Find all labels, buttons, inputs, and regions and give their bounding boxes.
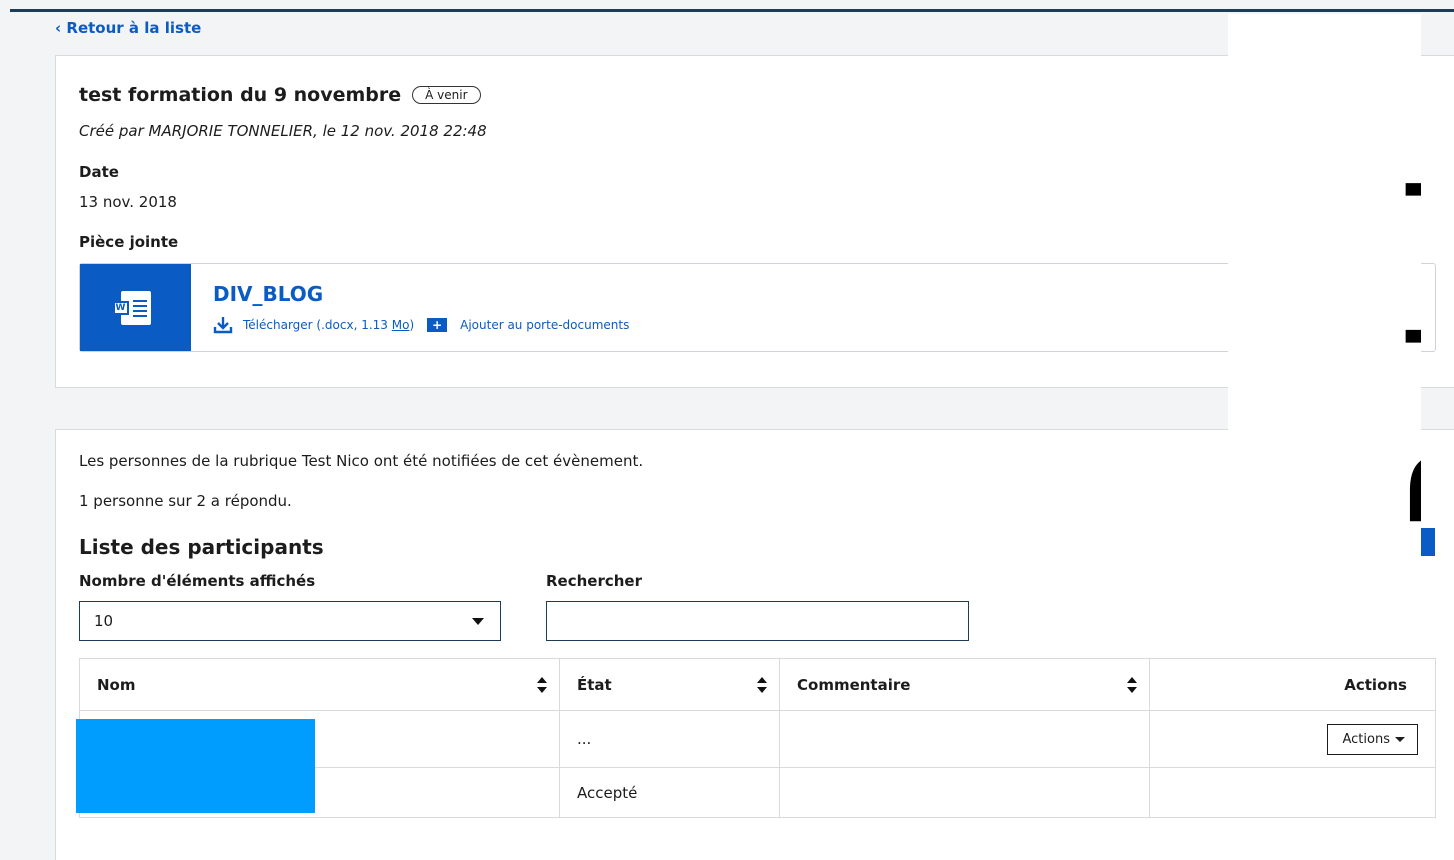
table-header-row: Nom État Commentaire Actions: [79, 658, 1436, 711]
cell-commentaire: [779, 710, 1150, 768]
add-to-briefcase-icon[interactable]: +: [427, 318, 448, 332]
cell-actions: Actions: [1149, 710, 1436, 768]
reply-count-text: 1 personne sur 2 a répondu.: [79, 492, 292, 510]
status-badge: À venir: [412, 86, 481, 104]
attachment-name-link[interactable]: DIV_BLOG: [213, 282, 323, 306]
cell-etat: ...: [559, 710, 780, 768]
add-to-briefcase-link[interactable]: Ajouter au porte-documents: [460, 318, 629, 332]
cell-etat: Accepté: [559, 767, 780, 818]
column-header-commentaire[interactable]: Commentaire: [779, 658, 1150, 711]
caret-down-icon: [1395, 736, 1405, 742]
notification-text: Les personnes de la rubrique Test Nico o…: [79, 452, 644, 470]
participants-list-title: Liste des participants: [79, 535, 324, 559]
page-size-label: Nombre d'éléments affichés: [79, 572, 316, 590]
date-label: Date: [79, 163, 119, 181]
sort-icon[interactable]: [757, 677, 767, 693]
sort-icon[interactable]: [537, 677, 547, 693]
top-bar: [10, 9, 1454, 12]
search-input[interactable]: [546, 601, 969, 641]
cell-commentaire: [779, 767, 1150, 818]
search-label: Rechercher: [546, 572, 643, 590]
download-icon[interactable]: [213, 316, 233, 334]
page-size-value: 10: [94, 612, 114, 630]
rubrique-overlay-text: Rubrique: [1383, 14, 1421, 535]
rubrique-overlay: Rubrique: [1228, 14, 1421, 559]
attachment-actions: Télécharger (.docx, 1.13 Mo) + Ajouter a…: [213, 316, 629, 334]
column-header-etat[interactable]: État: [559, 658, 780, 711]
cell-actions: [1149, 767, 1436, 818]
download-link[interactable]: Télécharger (.docx, 1.13 Mo): [243, 318, 414, 332]
chevron-down-icon: [472, 618, 484, 625]
back-to-list-link[interactable]: ‹ Retour à la liste: [55, 19, 201, 37]
event-title-row: test formation du 9 novembre À venir: [79, 84, 481, 106]
event-title: test formation du 9 novembre: [79, 84, 402, 106]
date-value: 13 nov. 2018: [79, 193, 177, 211]
redaction-block: [76, 719, 315, 813]
word-document-icon[interactable]: W: [80, 264, 191, 351]
actions-dropdown-button[interactable]: Actions: [1326, 723, 1418, 755]
column-header-actions: Actions: [1149, 658, 1436, 711]
created-by-text: Créé par MARJORIE TONNELIER, le 12 nov. …: [79, 122, 487, 140]
page-size-select[interactable]: 10: [79, 601, 501, 641]
attachment-label: Pièce jointe: [79, 233, 179, 251]
column-header-nom[interactable]: Nom: [79, 658, 560, 711]
sort-icon[interactable]: [1127, 677, 1137, 693]
partial-button[interactable]: [1421, 528, 1435, 556]
